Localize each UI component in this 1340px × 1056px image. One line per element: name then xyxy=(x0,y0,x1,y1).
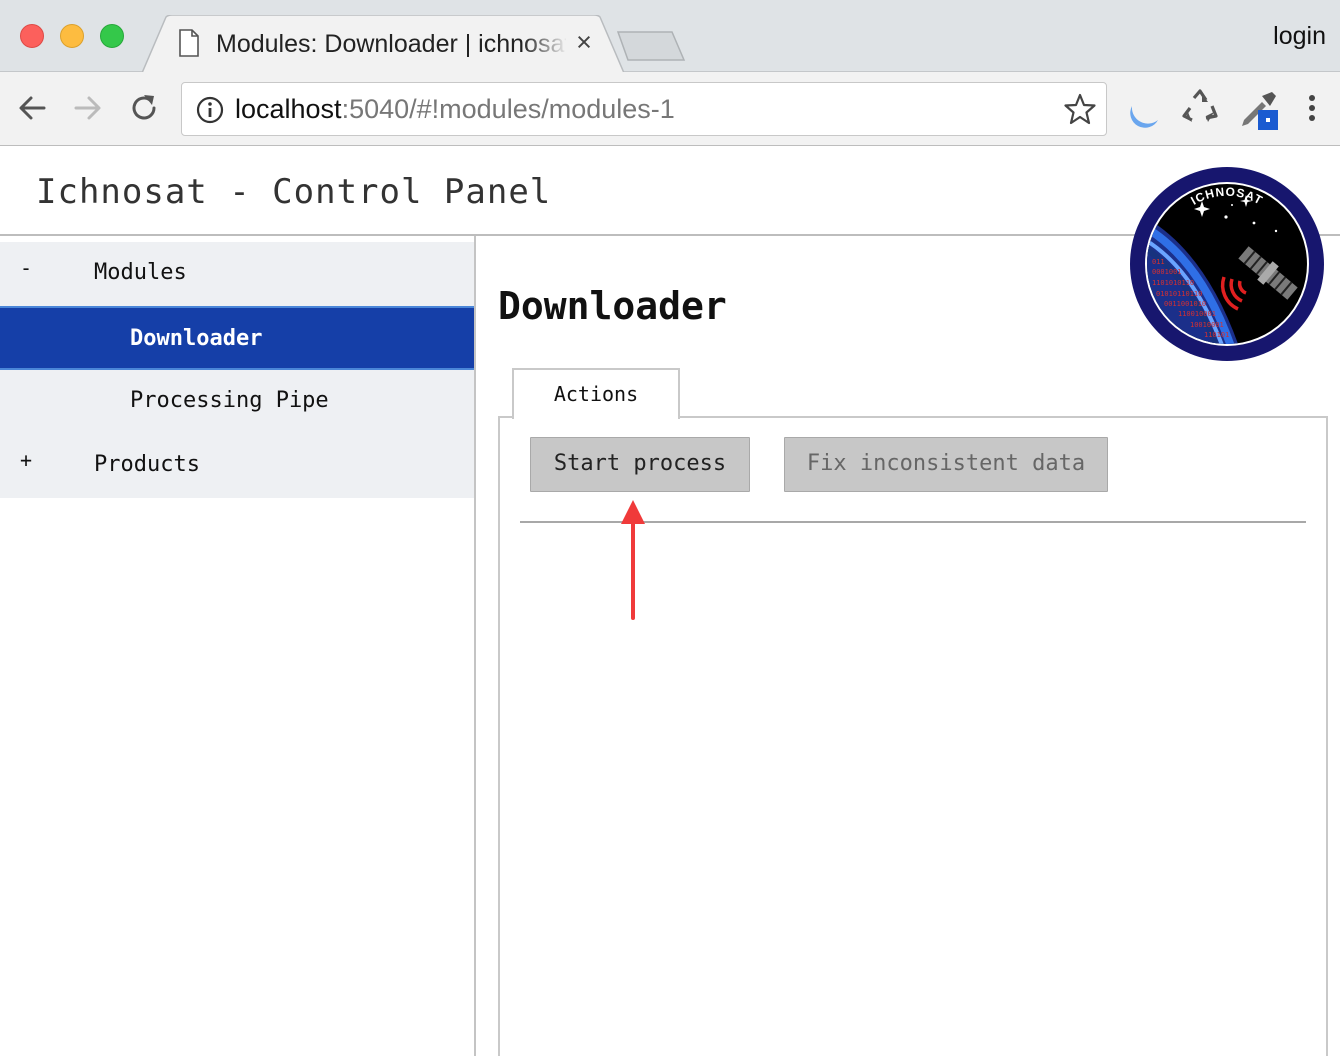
moon-extension-icon[interactable] xyxy=(1124,88,1164,128)
forward-arrow-icon[interactable] xyxy=(68,88,108,128)
expand-toggle[interactable]: + xyxy=(20,448,32,472)
eyedropper-extension-icon[interactable] xyxy=(1238,88,1278,130)
close-window-button[interactable] xyxy=(20,24,44,48)
maximize-window-button[interactable] xyxy=(100,24,124,48)
tab-title: Modules: Downloader | ichnosat xyxy=(216,30,566,58)
logo-binary-line: 0011001010 xyxy=(1164,300,1206,308)
logo-binary-line: 110101 xyxy=(1204,331,1229,339)
logo-binary-line: 1101010110 xyxy=(1152,279,1194,287)
login-button[interactable]: login xyxy=(1273,22,1326,51)
annotation-arrow-icon xyxy=(616,496,650,627)
start-process-button[interactable]: Start process xyxy=(530,437,750,492)
sidebar-item-label: Processing Pipe xyxy=(130,388,329,413)
info-icon[interactable] xyxy=(196,96,224,129)
reload-icon[interactable] xyxy=(124,88,164,128)
browser-tab-active[interactable]: Modules: Downloader | ichnosat × xyxy=(142,15,624,73)
logo-binary-line: 110010001 xyxy=(1178,310,1216,318)
logo-binary-line: 0001001 xyxy=(1152,268,1182,276)
ichnosat-logo: 011 0001001 1101010110 01010110110 00110… xyxy=(1128,165,1326,363)
tab-close-button[interactable]: × xyxy=(570,27,598,57)
sidebar-item-products[interactable]: + Products xyxy=(0,434,474,498)
sidebar-item-label: Modules xyxy=(94,260,187,285)
browser-tab-strip: Modules: Downloader | ichnosat × login xyxy=(0,0,1340,73)
sidebar-item-processing-pipe[interactable]: Processing Pipe xyxy=(0,370,474,434)
sidebar-item-downloader[interactable]: Downloader xyxy=(0,306,474,370)
app-title: Ichnosat - Control Panel xyxy=(36,172,552,212)
browser-toolbar: localhost:5040/#!modules/modules-1 xyxy=(0,72,1340,146)
fix-inconsistent-data-button[interactable]: Fix inconsistent data xyxy=(784,437,1108,492)
logo-binary-line: 10010001 xyxy=(1190,321,1224,329)
recycle-extension-icon[interactable] xyxy=(1180,88,1220,128)
minimize-window-button[interactable] xyxy=(60,24,84,48)
new-tab-button[interactable] xyxy=(616,30,686,67)
sidebar-item-label: Downloader xyxy=(130,326,263,351)
tab-actions[interactable]: Actions xyxy=(512,368,680,419)
url-host: localhost xyxy=(235,94,342,124)
sidebar-item-label: Products xyxy=(94,452,200,477)
star-icon[interactable] xyxy=(1064,93,1096,130)
back-arrow-icon[interactable] xyxy=(12,88,52,128)
menu-dots-icon[interactable] xyxy=(1296,88,1336,128)
address-bar[interactable]: localhost:5040/#!modules/modules-1 xyxy=(181,82,1107,136)
sidebar-divider xyxy=(474,236,476,1056)
url-text[interactable]: localhost:5040/#!modules/modules-1 xyxy=(235,93,675,125)
url-path: :5040/#!modules/modules-1 xyxy=(341,94,675,124)
page-title: Downloader xyxy=(498,284,727,328)
tab-title-fade xyxy=(522,29,568,59)
logo-binary-line: 01010110110 xyxy=(1156,290,1202,298)
collapse-toggle[interactable]: - xyxy=(20,256,32,280)
sidebar-item-modules[interactable]: - Modules xyxy=(0,242,474,306)
logo-binary-line: 011 xyxy=(1152,258,1165,266)
sidebar: - Modules Downloader Processing Pipe + P… xyxy=(0,242,474,498)
